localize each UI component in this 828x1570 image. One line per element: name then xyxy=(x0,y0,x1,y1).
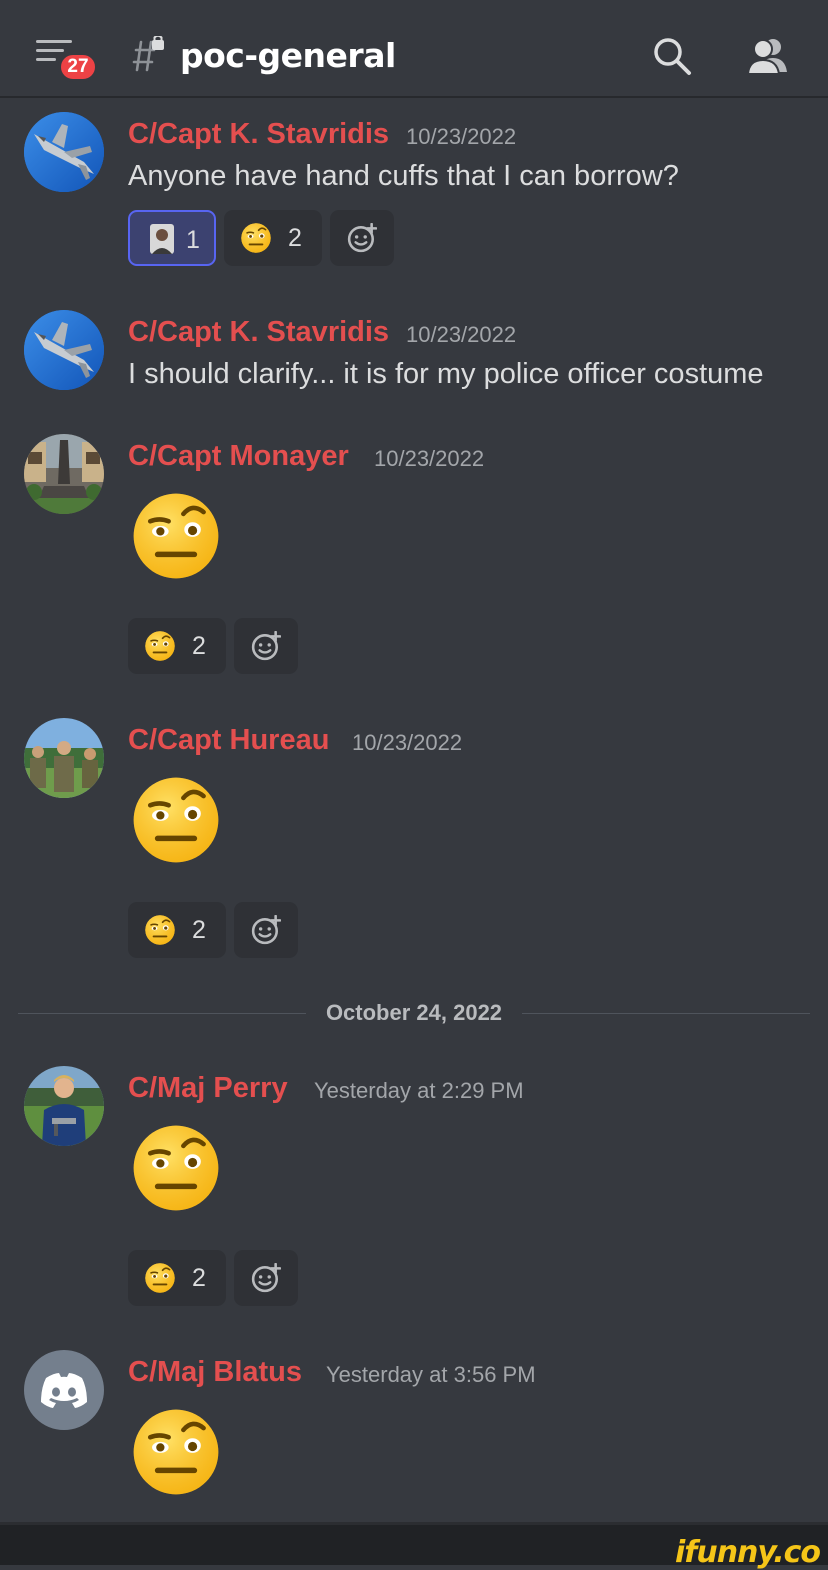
raised-eyebrow-emoji xyxy=(144,914,176,946)
message-timestamp: 10/23/2022 xyxy=(374,446,485,471)
add-reaction-icon xyxy=(251,915,281,945)
add-reaction-button[interactable] xyxy=(234,618,298,674)
author-name[interactable]: C/Maj Perry xyxy=(128,1072,288,1105)
raised-eyebrow-emoji xyxy=(130,490,222,582)
locked-channel-icon xyxy=(132,36,164,72)
add-reaction-icon xyxy=(251,631,281,661)
message-timestamp: 10/23/2022 xyxy=(406,124,517,149)
reaction-button[interactable]: 1 xyxy=(128,210,216,266)
reaction-button[interactable]: 2 xyxy=(128,902,226,958)
raised-eyebrow-emoji xyxy=(240,222,272,254)
message-text: I should clarify... it is for my police … xyxy=(128,358,764,390)
channel-header: 27 poc-general xyxy=(0,0,828,98)
author-name[interactable]: C/Capt K. Stavridis xyxy=(128,118,389,151)
reaction-count: 2 xyxy=(192,916,206,944)
reaction-button[interactable]: 2 xyxy=(128,618,226,674)
message-item[interactable]: C/Capt K. Stavridis 10/23/2022 I should … xyxy=(0,308,828,408)
message-item[interactable]: C/Maj Blatus Yesterday at 3:56 PM xyxy=(0,1348,828,1508)
add-reaction-icon xyxy=(251,1263,281,1293)
message-text: Anyone have hand cuffs that I can borrow… xyxy=(128,160,679,192)
reaction-button[interactable]: 2 xyxy=(224,210,322,266)
raised-eyebrow-emoji xyxy=(130,1406,222,1498)
date-divider-line xyxy=(522,1013,810,1014)
message-item[interactable]: C/Capt Monayer 10/23/2022 2 xyxy=(0,432,828,682)
reaction-count: 2 xyxy=(192,1264,206,1292)
add-reaction-button[interactable] xyxy=(330,210,394,266)
message-timestamp: 10/23/2022 xyxy=(352,730,463,755)
channel-name: poc-general xyxy=(180,36,396,75)
jet-avatar[interactable] xyxy=(24,112,104,192)
message-item[interactable]: C/Capt Hureau 10/23/2022 2 xyxy=(0,716,828,966)
discord-default-avatar[interactable] xyxy=(24,1350,104,1430)
raised-eyebrow-emoji xyxy=(144,630,176,662)
message-item[interactable]: C/Capt K. Stavridis 10/23/2022 Anyone ha… xyxy=(0,110,828,280)
raised-eyebrow-emoji xyxy=(130,774,222,866)
author-name[interactable]: C/Capt Monayer xyxy=(128,440,349,473)
author-name[interactable]: C/Capt K. Stavridis xyxy=(128,316,389,349)
reaction-count: 2 xyxy=(288,224,302,252)
portrait-avatar[interactable] xyxy=(24,1066,104,1146)
search-icon[interactable] xyxy=(650,34,694,78)
jet-avatar[interactable] xyxy=(24,310,104,390)
message-timestamp: Yesterday at 3:56 PM xyxy=(326,1362,536,1387)
author-name[interactable]: C/Capt Hureau xyxy=(128,724,329,757)
raised-eyebrow-emoji xyxy=(144,1262,176,1294)
members-icon[interactable] xyxy=(746,34,790,78)
raised-eyebrow-emoji xyxy=(130,1122,222,1214)
monument-avatar[interactable] xyxy=(24,434,104,514)
message-item[interactable]: C/Maj Perry Yesterday at 2:29 PM 2 xyxy=(0,1064,828,1314)
author-name[interactable]: C/Maj Blatus xyxy=(128,1356,302,1389)
add-reaction-button[interactable] xyxy=(234,1250,298,1306)
person-photo-emoji xyxy=(150,224,174,254)
message-timestamp: 10/23/2022 xyxy=(406,322,517,347)
reaction-count: 2 xyxy=(192,632,206,660)
reaction-count: 1 xyxy=(186,226,200,254)
reaction-button[interactable]: 2 xyxy=(128,1250,226,1306)
group-photo-avatar[interactable] xyxy=(24,718,104,798)
add-reaction-button[interactable] xyxy=(234,902,298,958)
message-timestamp: Yesterday at 2:29 PM xyxy=(314,1078,524,1103)
add-reaction-icon xyxy=(347,223,377,253)
notification-badge: 27 xyxy=(58,52,98,82)
